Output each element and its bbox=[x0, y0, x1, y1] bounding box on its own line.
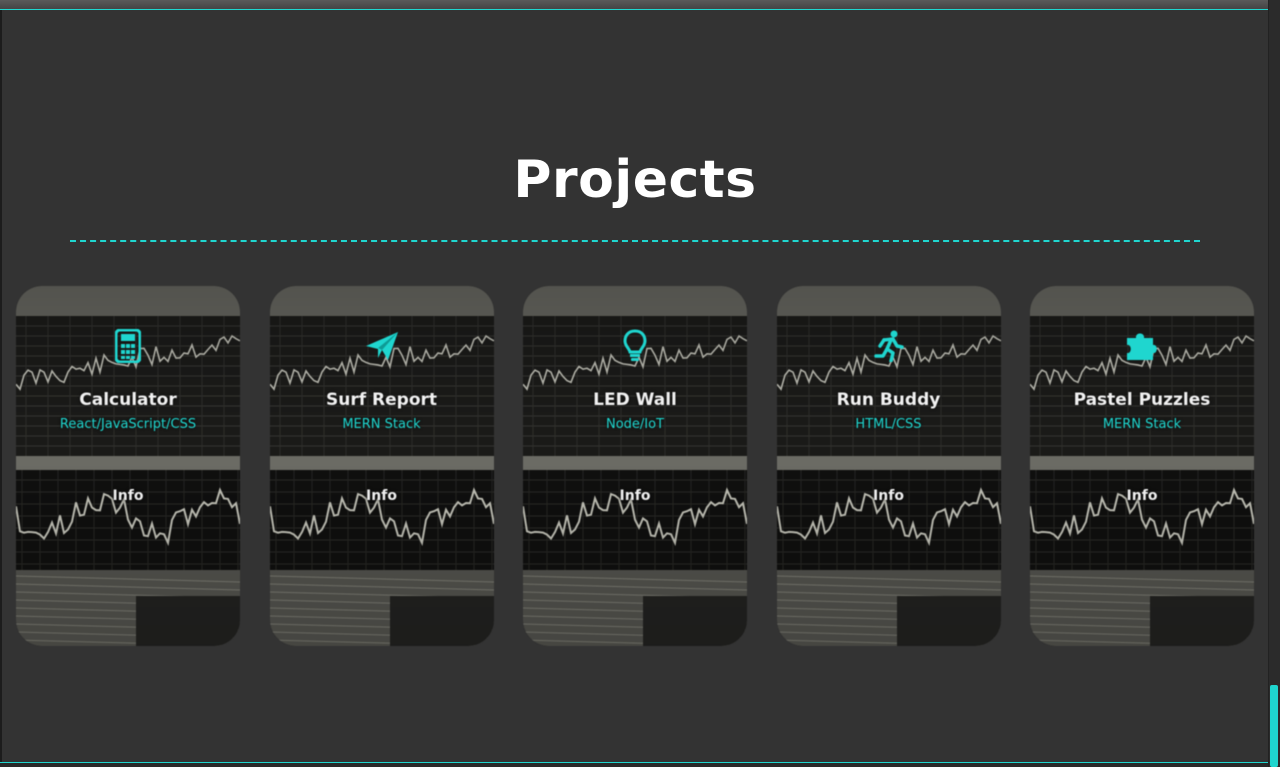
info-link[interactable]: Info bbox=[270, 488, 494, 504]
scrollbar[interactable] bbox=[1268, 0, 1280, 767]
paper-plane-icon bbox=[270, 328, 494, 364]
bottom-border bbox=[0, 762, 1270, 767]
project-stack: HTML/CSS bbox=[855, 417, 922, 432]
scrollbar-thumb[interactable] bbox=[1270, 685, 1278, 767]
projects-section: Projects Calculator React/JavaScript/CSS… bbox=[0, 0, 1280, 767]
project-name: Run Buddy bbox=[836, 390, 941, 410]
project-stack: React/JavaScript/CSS bbox=[59, 417, 197, 432]
info-link[interactable]: Info bbox=[16, 488, 240, 504]
project-card-surf-report[interactable]: Surf Report MERN Stack Info bbox=[269, 286, 494, 646]
project-card-calculator[interactable]: Calculator React/JavaScript/CSS Info bbox=[16, 286, 240, 646]
info-link[interactable]: Info bbox=[1030, 488, 1254, 504]
dashed-divider bbox=[70, 240, 1200, 242]
section-title: Projects bbox=[513, 150, 757, 210]
project-stack: Node/IoT bbox=[605, 417, 665, 432]
lightbulb-icon bbox=[523, 328, 747, 364]
project-card-pastel-puzzles[interactable]: Pastel Puzzles MERN Stack Info bbox=[1030, 286, 1254, 646]
project-card-led-wall[interactable]: LED Wall Node/IoT Info bbox=[523, 286, 747, 646]
project-name: Calculator bbox=[79, 390, 177, 410]
project-name: Surf Report bbox=[325, 390, 438, 410]
left-edge bbox=[0, 10, 2, 762]
project-stack: MERN Stack bbox=[342, 417, 421, 432]
project-card-run-buddy[interactable]: Run Buddy HTML/CSS Info bbox=[776, 286, 1001, 646]
project-cards: Calculator React/JavaScript/CSS Info Sur… bbox=[16, 286, 1256, 648]
project-name: Pastel Puzzles bbox=[1073, 390, 1211, 410]
top-border bbox=[0, 0, 1270, 10]
calculator-icon bbox=[16, 328, 240, 364]
running-person-icon bbox=[777, 328, 1001, 364]
project-stack: MERN Stack bbox=[1102, 417, 1182, 432]
info-link[interactable]: Info bbox=[777, 488, 1001, 504]
project-name: LED Wall bbox=[593, 390, 677, 410]
info-link[interactable]: Info bbox=[523, 488, 747, 504]
puzzle-piece-icon bbox=[1030, 328, 1254, 364]
